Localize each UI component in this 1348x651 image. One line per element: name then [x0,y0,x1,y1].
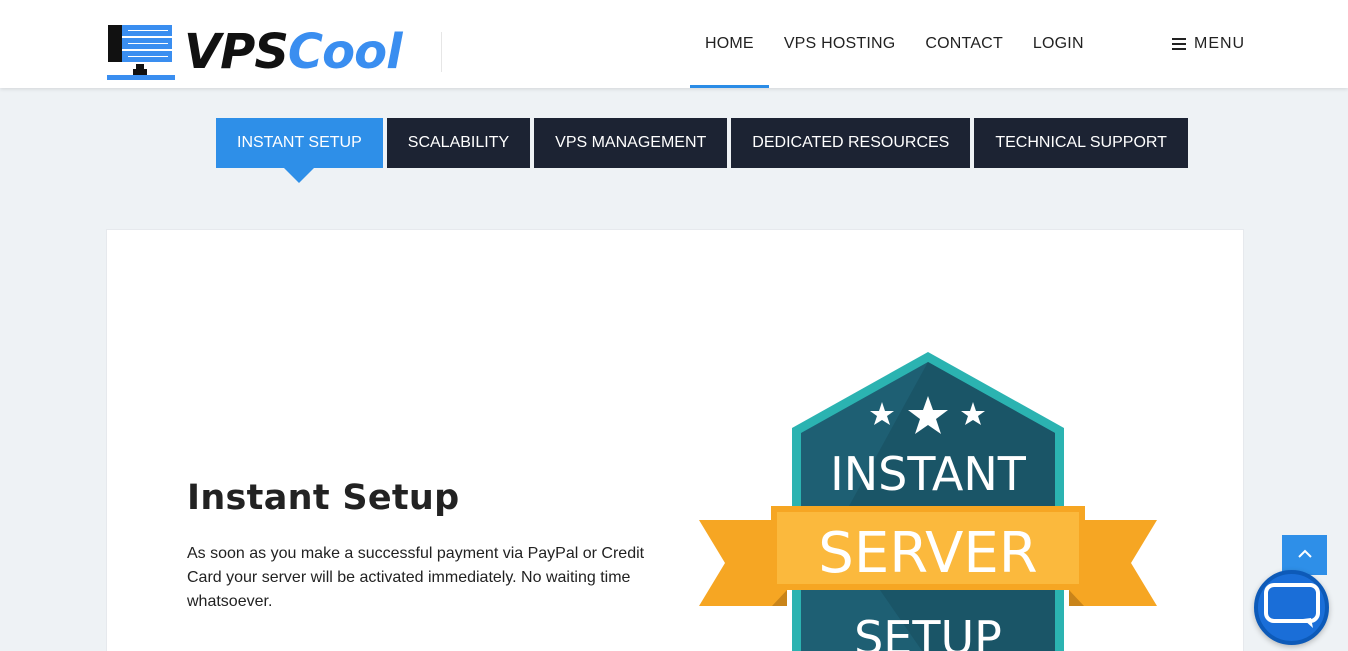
chat-bubble-icon [1263,582,1321,633]
nav-item-vps-hosting[interactable]: VPS HOSTING [769,0,911,88]
site-header: VPSCool HOME VPS HOSTING CONTACT LOGIN M… [0,0,1348,88]
menu-label: MENU [1194,35,1246,52]
tab-dedicated-resources[interactable]: DEDICATED RESOURCES [731,118,971,168]
main-nav: HOME VPS HOSTING CONTACT LOGIN [690,0,1099,88]
nav-item-login[interactable]: LOGIN [1018,0,1099,88]
nav-item-home[interactable]: HOME [690,0,769,88]
scroll-to-top-button[interactable] [1282,535,1327,575]
content-title: Instant Setup [187,478,460,518]
hamburger-icon [1172,38,1186,50]
instant-server-setup-badge: INSTANT SERVER SETUP [697,348,1159,651]
live-chat-button[interactable] [1254,570,1329,645]
tab-scalability[interactable]: SCALABILITY [386,118,531,168]
chevron-up-icon [1297,546,1313,564]
badge-line3: SETUP [854,611,1002,651]
tab-technical-support[interactable]: TECHNICAL SUPPORT [974,118,1188,168]
server-rack-icon [106,23,176,81]
badge-line1: INSTANT [830,447,1027,501]
logo-text-cool: Cool [287,24,403,80]
tab-instant-setup[interactable]: INSTANT SETUP [216,118,383,183]
tab-content-panel: Instant Setup As soon as you make a succ… [106,229,1244,651]
content-description: As soon as you make a successful payment… [187,545,645,610]
badge-line2: SERVER [818,521,1037,586]
menu-button[interactable]: MENU [1172,0,1245,88]
nav-item-contact[interactable]: CONTACT [910,0,1018,88]
feature-tabs: INSTANT SETUP SCALABILITY VPS MANAGEMENT… [216,118,1188,183]
logo-text-vps: VPS [184,24,289,80]
header-divider [441,32,442,72]
site-logo[interactable]: VPSCool [106,22,446,82]
tab-vps-management[interactable]: VPS MANAGEMENT [534,118,728,168]
logo-wordmark: VPSCool [184,28,403,76]
